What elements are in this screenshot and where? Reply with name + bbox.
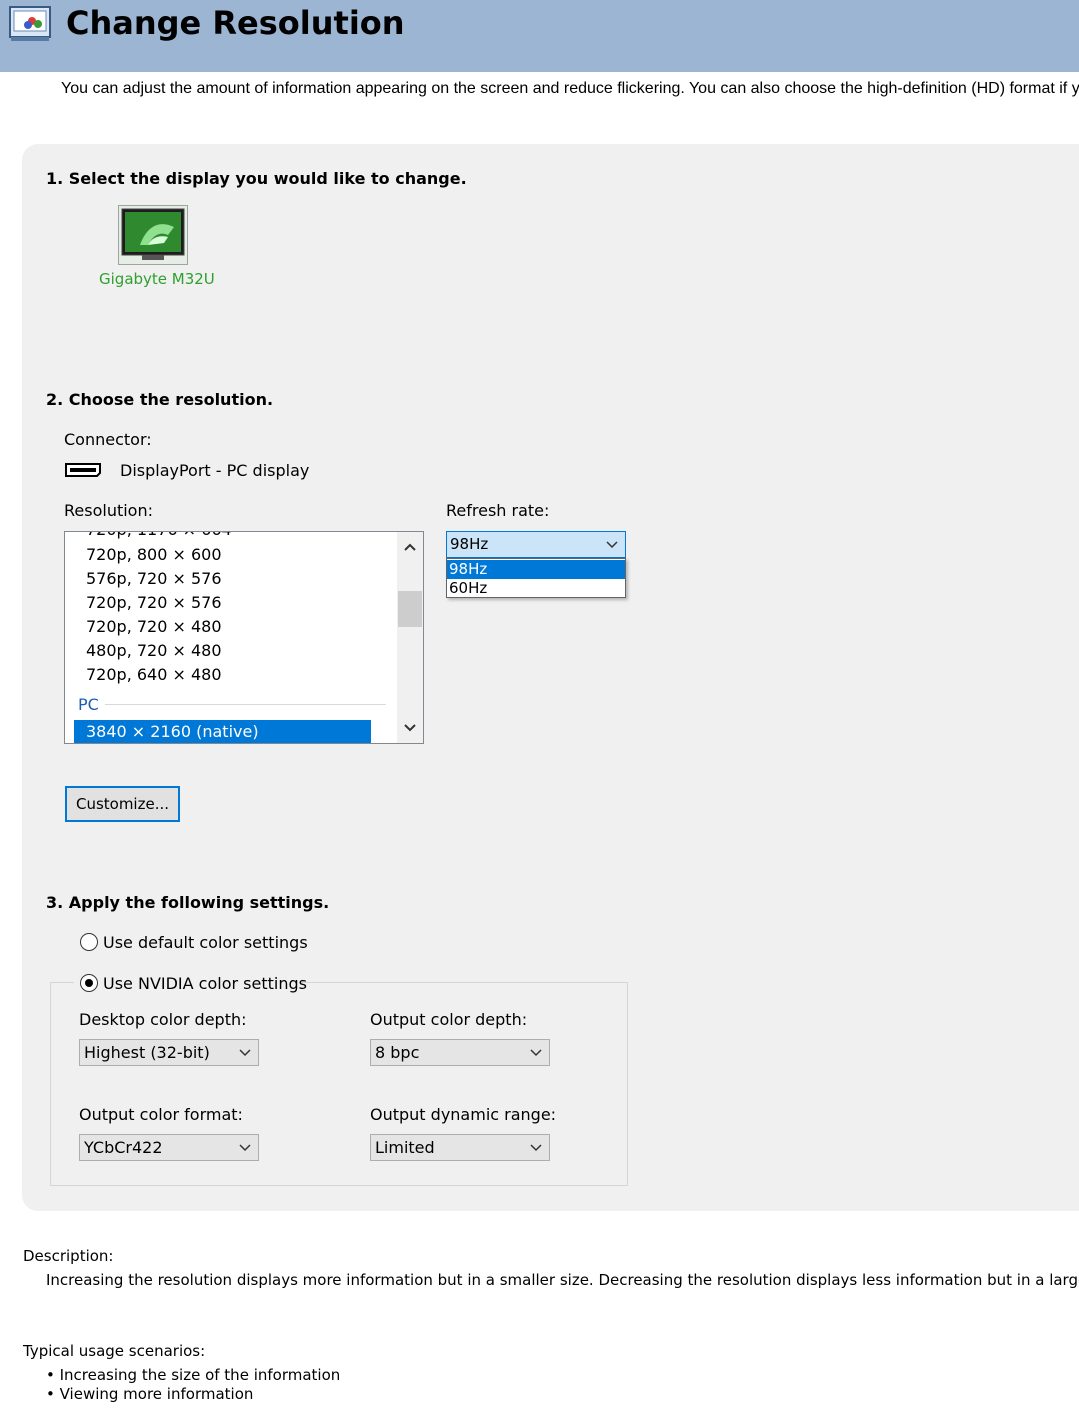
output-dynamic-range-label: Output dynamic range: bbox=[370, 1105, 557, 1124]
radio-default-color[interactable] bbox=[80, 933, 98, 951]
chevron-down-icon bbox=[239, 1049, 251, 1057]
display-name[interactable]: Gigabyte M32U bbox=[99, 270, 215, 288]
refresh-rate-label: Refresh rate: bbox=[446, 501, 550, 520]
output-color-depth-label: Output color depth: bbox=[370, 1010, 528, 1029]
refresh-option-label: 98Hz bbox=[449, 560, 488, 578]
desktop-color-depth-dropdown[interactable]: Highest (32-bit) bbox=[79, 1039, 259, 1066]
resolution-item[interactable]: 720p, 1176 × 664 bbox=[86, 532, 232, 539]
resolution-item-selected[interactable]: 3840 × 2160 (native) bbox=[74, 720, 371, 743]
resolution-item[interactable]: 480p, 720 × 480 bbox=[86, 641, 222, 660]
refresh-option-98hz[interactable]: 98Hz bbox=[447, 560, 625, 579]
chevron-down-icon bbox=[530, 1049, 542, 1057]
displayport-icon bbox=[65, 462, 101, 477]
usage-item: • Increasing the size of the information bbox=[46, 1366, 341, 1384]
output-color-depth-value: 8 bpc bbox=[375, 1043, 420, 1062]
desktop-color-depth-value: Highest (32-bit) bbox=[84, 1043, 210, 1062]
refresh-option-60hz[interactable]: 60Hz bbox=[447, 579, 625, 598]
refresh-option-label: 60Hz bbox=[449, 579, 488, 597]
resolution-scrollbar[interactable] bbox=[397, 532, 423, 743]
section-1-title: 1. Select the display you would like to … bbox=[46, 169, 467, 188]
connector-value: DisplayPort - PC display bbox=[120, 461, 310, 480]
radio-selected-dot bbox=[85, 979, 93, 987]
output-color-format-value: YCbCr422 bbox=[84, 1138, 163, 1157]
refresh-rate-value: 98Hz bbox=[450, 535, 489, 553]
description-text: Increasing the resolution displays more … bbox=[46, 1271, 1079, 1289]
group-divider bbox=[105, 704, 386, 705]
resolution-selected-label: 3840 × 2160 (native) bbox=[86, 722, 259, 741]
resolution-label: Resolution: bbox=[64, 501, 153, 520]
resolution-item[interactable]: 576p, 720 × 576 bbox=[86, 569, 222, 588]
resolution-group-label: PC bbox=[78, 695, 99, 714]
output-dynamic-range-value: Limited bbox=[375, 1138, 435, 1157]
chevron-down-icon bbox=[239, 1144, 251, 1152]
connector-label: Connector: bbox=[64, 430, 152, 449]
output-color-format-dropdown[interactable]: YCbCr422 bbox=[79, 1134, 259, 1161]
chevron-down-icon bbox=[530, 1144, 542, 1152]
scroll-up-icon[interactable] bbox=[397, 532, 423, 562]
output-dynamic-range-dropdown[interactable]: Limited bbox=[370, 1134, 550, 1161]
radio-nvidia-color[interactable] bbox=[80, 974, 98, 992]
page-title: Change Resolution bbox=[66, 4, 405, 42]
refresh-rate-dropdown[interactable]: 98Hz bbox=[446, 531, 626, 558]
radio-default-label[interactable]: Use default color settings bbox=[103, 933, 308, 952]
scroll-thumb[interactable] bbox=[398, 591, 422, 627]
radio-nvidia-label[interactable]: Use NVIDIA color settings bbox=[103, 974, 307, 993]
intro-text: You can adjust the amount of information… bbox=[61, 80, 1079, 97]
scroll-down-icon[interactable] bbox=[397, 713, 423, 743]
refresh-rate-options[interactable]: 98Hz 60Hz bbox=[446, 558, 626, 598]
usage-item: • Viewing more information bbox=[46, 1385, 254, 1403]
usage-item-text: Increasing the size of the information bbox=[59, 1366, 341, 1384]
usage-item-text: Viewing more information bbox=[59, 1385, 254, 1403]
desktop-color-depth-label: Desktop color depth: bbox=[79, 1010, 247, 1029]
resolution-item[interactable]: 720p, 640 × 480 bbox=[86, 665, 222, 684]
chevron-down-icon bbox=[606, 541, 618, 549]
description-label: Description: bbox=[23, 1247, 114, 1265]
resolution-item[interactable]: 720p, 800 × 600 bbox=[86, 545, 222, 564]
display-settings-icon bbox=[8, 4, 58, 44]
resolution-item[interactable]: 720p, 720 × 576 bbox=[86, 593, 222, 612]
resolution-item[interactable]: 720p, 720 × 480 bbox=[86, 617, 222, 636]
nvidia-monitor-icon[interactable] bbox=[118, 205, 188, 265]
section-3-title: 3. Apply the following settings. bbox=[46, 893, 330, 912]
customize-button[interactable]: Customize... bbox=[65, 786, 180, 822]
section-2-title: 2. Choose the resolution. bbox=[46, 390, 274, 409]
output-color-depth-dropdown[interactable]: 8 bpc bbox=[370, 1039, 550, 1066]
usage-label: Typical usage scenarios: bbox=[23, 1342, 206, 1360]
resolution-listbox[interactable]: 720p, 1176 × 664 720p, 800 × 600 576p, 7… bbox=[64, 531, 424, 744]
output-color-format-label: Output color format: bbox=[79, 1105, 243, 1124]
